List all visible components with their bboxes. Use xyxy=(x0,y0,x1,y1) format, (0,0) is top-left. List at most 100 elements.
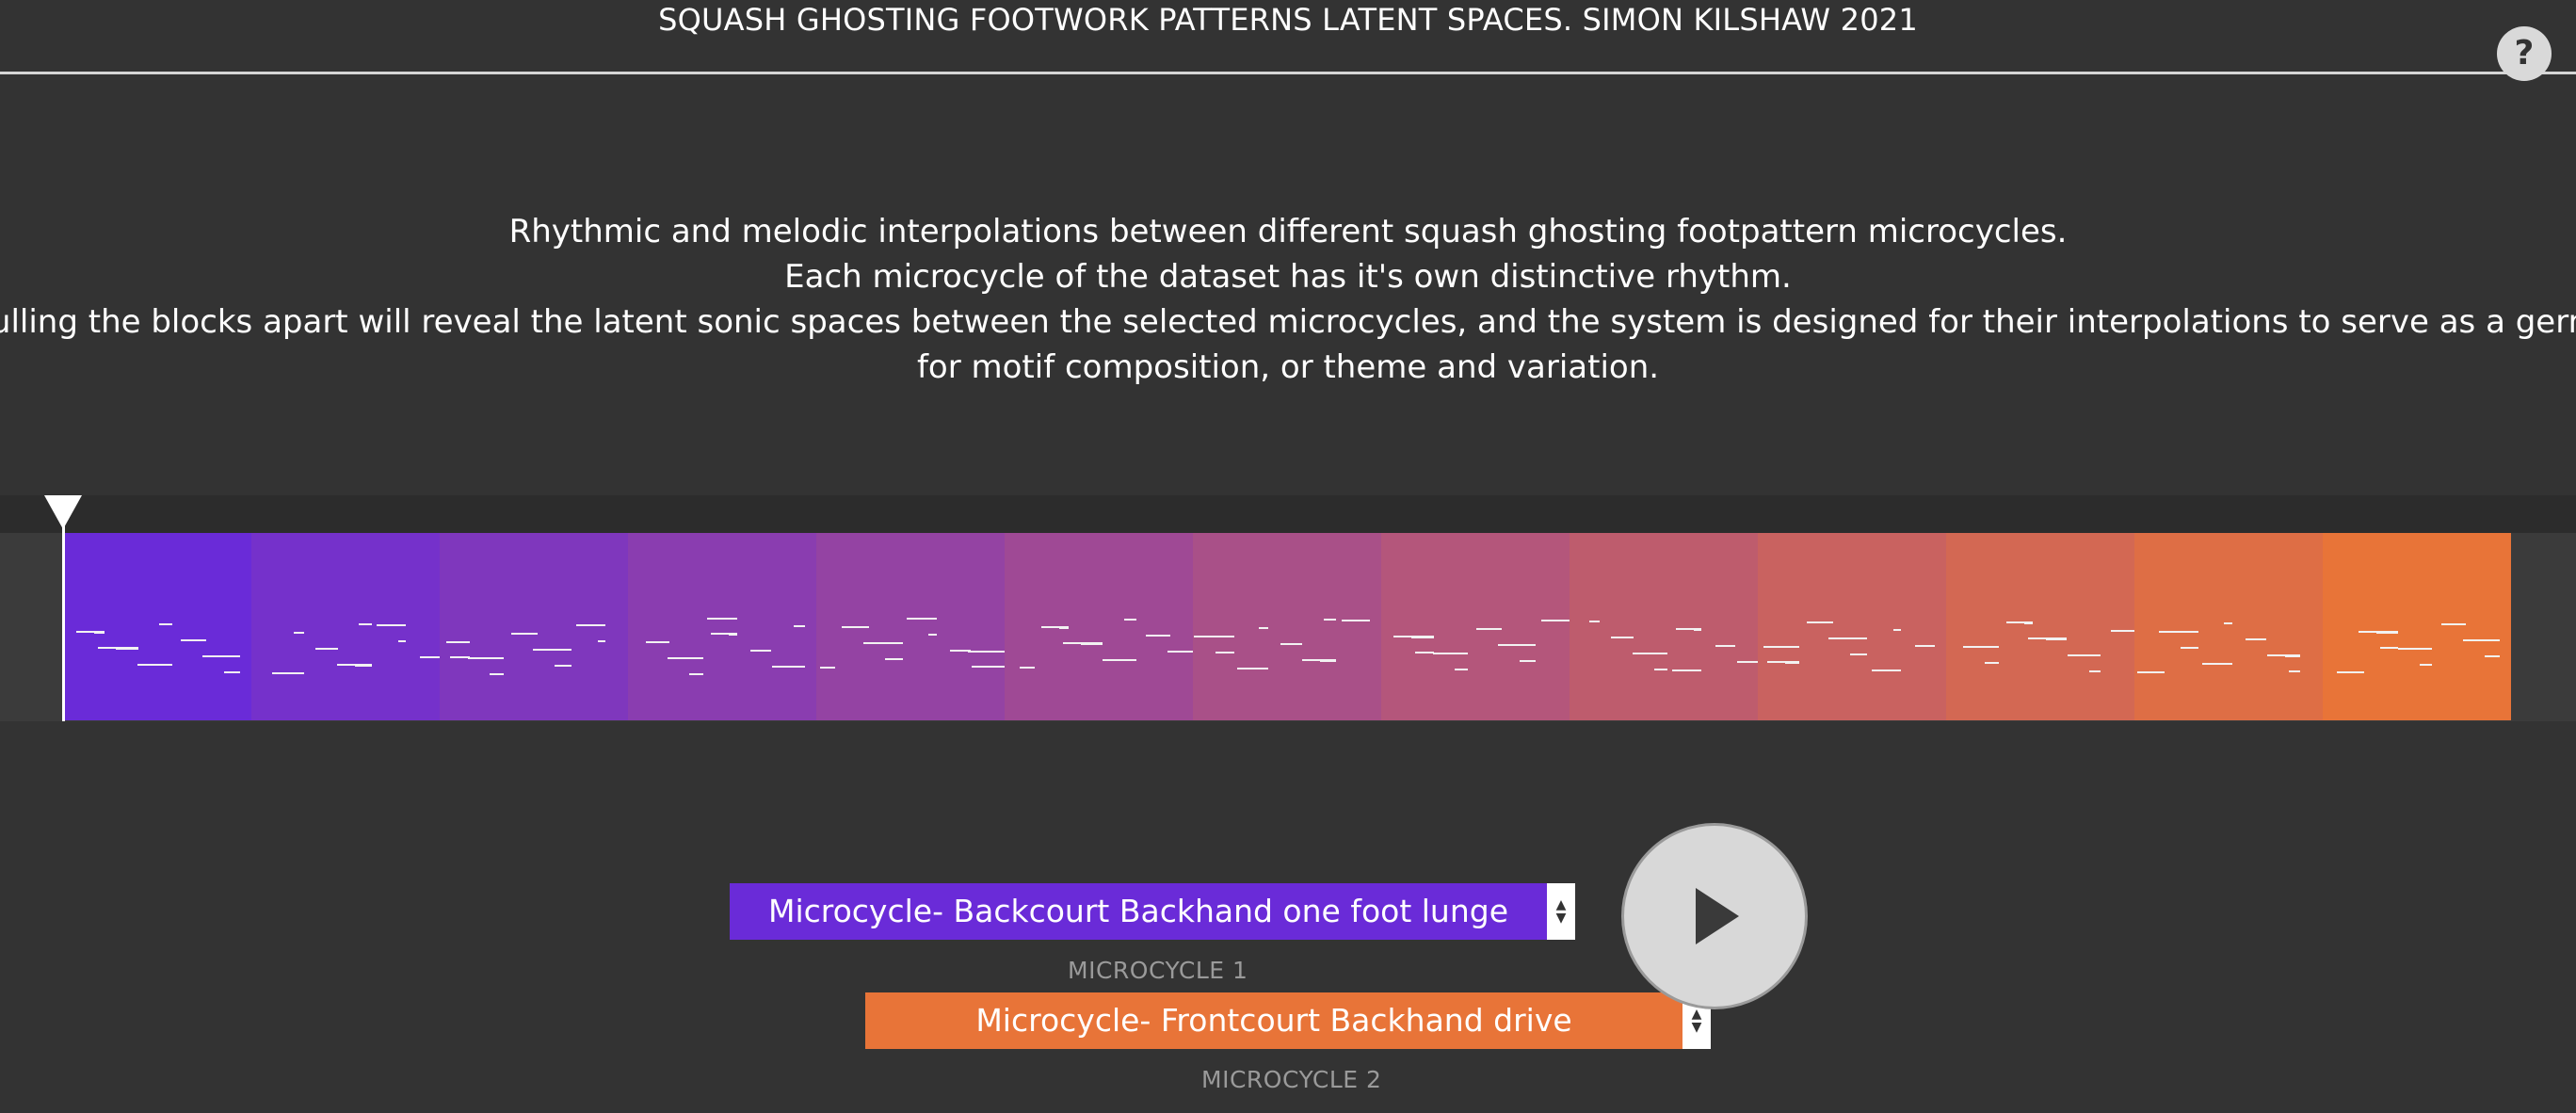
note-mark xyxy=(1633,653,1667,654)
note-mark xyxy=(555,665,572,667)
note-mark xyxy=(1676,628,1701,630)
note-mark xyxy=(1915,645,1935,647)
note-mark xyxy=(646,641,669,643)
play-button[interactable] xyxy=(1621,823,1808,1009)
note-mark xyxy=(98,647,138,649)
playhead-track[interactable] xyxy=(0,495,2576,533)
note-mark xyxy=(972,666,1005,668)
interpolation-block[interactable] xyxy=(440,533,628,720)
note-mark xyxy=(159,623,172,625)
note-mark xyxy=(772,666,805,668)
note-mark xyxy=(181,639,206,641)
note-mark xyxy=(1893,629,1901,631)
interpolation-block[interactable] xyxy=(1570,533,1769,720)
interpolation-block[interactable] xyxy=(816,533,1005,720)
note-mark xyxy=(598,640,605,642)
description: Rhythmic and melodic interpolations betw… xyxy=(0,209,2576,390)
note-mark xyxy=(224,671,240,673)
note-mark xyxy=(1041,626,1069,628)
note-mark xyxy=(2380,647,2398,649)
description-line: Each microcycle of the dataset has it's … xyxy=(784,258,1792,296)
microcycle2-label: MICROCYCLE 2 xyxy=(1201,1066,1382,1093)
interpolation-block[interactable] xyxy=(628,533,816,720)
interpolation-block[interactable] xyxy=(1005,533,1204,720)
note-mark xyxy=(1985,662,1999,664)
note-mark xyxy=(1498,644,1536,646)
note-mark xyxy=(137,664,172,666)
note-mark xyxy=(1850,653,1867,655)
note-mark xyxy=(907,618,937,620)
note-mark xyxy=(1415,652,1434,653)
interpolation-block[interactable] xyxy=(1381,533,1570,720)
note-mark xyxy=(711,633,737,635)
note-mark xyxy=(1763,646,1799,648)
note-mark xyxy=(2202,663,2232,665)
note-mark xyxy=(1216,652,1234,653)
note-mark xyxy=(1259,627,1268,629)
microcycle1-value: Microcycle- Backcourt Backhand one foot … xyxy=(767,893,1509,929)
description-line: for motif composition, or theme and vari… xyxy=(916,348,1660,386)
note-mark xyxy=(750,650,771,652)
note-mark xyxy=(2089,670,2101,672)
note-mark xyxy=(2159,631,2198,633)
note-mark xyxy=(1020,667,1035,669)
note-mark xyxy=(2485,655,2500,657)
microcycle1-label: MICROCYCLE 1 xyxy=(1068,957,1248,984)
note-mark xyxy=(842,626,869,628)
note-mark xyxy=(1302,659,1336,661)
description-line: Rhythmic and melodic interpolations betw… xyxy=(508,213,2068,250)
note-mark xyxy=(315,648,338,650)
description-line: Pulling the blocks apart will reveal the… xyxy=(0,303,2576,341)
note-mark xyxy=(1237,668,1268,669)
note-mark xyxy=(1872,669,1901,671)
note-mark xyxy=(820,667,835,669)
interpolation-block[interactable] xyxy=(2134,533,2323,720)
microcycle2-select[interactable]: Microcycle- Frontcourt Backhand drive ▲ ▼ xyxy=(865,992,1711,1049)
note-mark xyxy=(2337,671,2364,673)
note-mark xyxy=(2181,647,2198,649)
interpolation-block[interactable] xyxy=(1193,533,1381,720)
page-title: SQUASH GHOSTING FOOTWORK PATTERNS LATENT… xyxy=(658,2,1918,38)
microcycle1-select[interactable]: Microcycle- Backcourt Backhand one foot … xyxy=(730,883,1575,940)
microcycle2-value: Microcycle- Frontcourt Backhand drive xyxy=(975,1002,1572,1039)
note-mark xyxy=(1324,619,1336,621)
note-mark xyxy=(1393,636,1434,637)
select-arrows-icon: ▲ ▼ xyxy=(1547,883,1575,940)
note-mark xyxy=(1589,621,1600,622)
note-mark xyxy=(689,673,703,675)
interpolation-block[interactable] xyxy=(251,533,440,720)
note-mark xyxy=(968,651,1005,653)
note-mark xyxy=(950,650,971,652)
note-mark xyxy=(1280,643,1302,645)
note-mark xyxy=(1063,642,1103,644)
note-mark xyxy=(202,655,240,657)
note-mark xyxy=(2267,654,2300,656)
note-mark xyxy=(511,633,538,635)
header-divider xyxy=(0,72,2576,74)
note-mark xyxy=(1541,620,1570,621)
interpolation-block[interactable] xyxy=(1758,533,1946,720)
app-page: SQUASH GHOSTING FOOTWORK PATTERNS LATENT… xyxy=(0,0,2576,1113)
note-mark xyxy=(1455,669,1468,670)
note-mark xyxy=(1194,636,1234,637)
note-mark xyxy=(668,657,703,659)
note-mark xyxy=(2137,671,2165,673)
note-mark xyxy=(2006,621,2033,623)
note-mark xyxy=(863,642,903,644)
play-icon xyxy=(1696,888,1739,944)
help-button[interactable]: ? xyxy=(2497,26,2552,81)
note-mark xyxy=(2359,631,2398,633)
playhead-handle[interactable] xyxy=(44,495,82,529)
note-mark xyxy=(533,649,572,651)
note-mark xyxy=(1807,621,1833,623)
interpolation-block[interactable] xyxy=(1946,533,2134,720)
note-mark xyxy=(2224,622,2232,624)
note-mark xyxy=(1433,653,1468,654)
note-mark xyxy=(707,618,737,620)
note-mark xyxy=(446,641,470,643)
note-mark xyxy=(1654,669,1667,670)
interpolation-block[interactable] xyxy=(2323,533,2511,720)
note-mark xyxy=(272,672,304,674)
note-mark xyxy=(1476,628,1502,630)
interpolation-block[interactable] xyxy=(63,533,251,720)
